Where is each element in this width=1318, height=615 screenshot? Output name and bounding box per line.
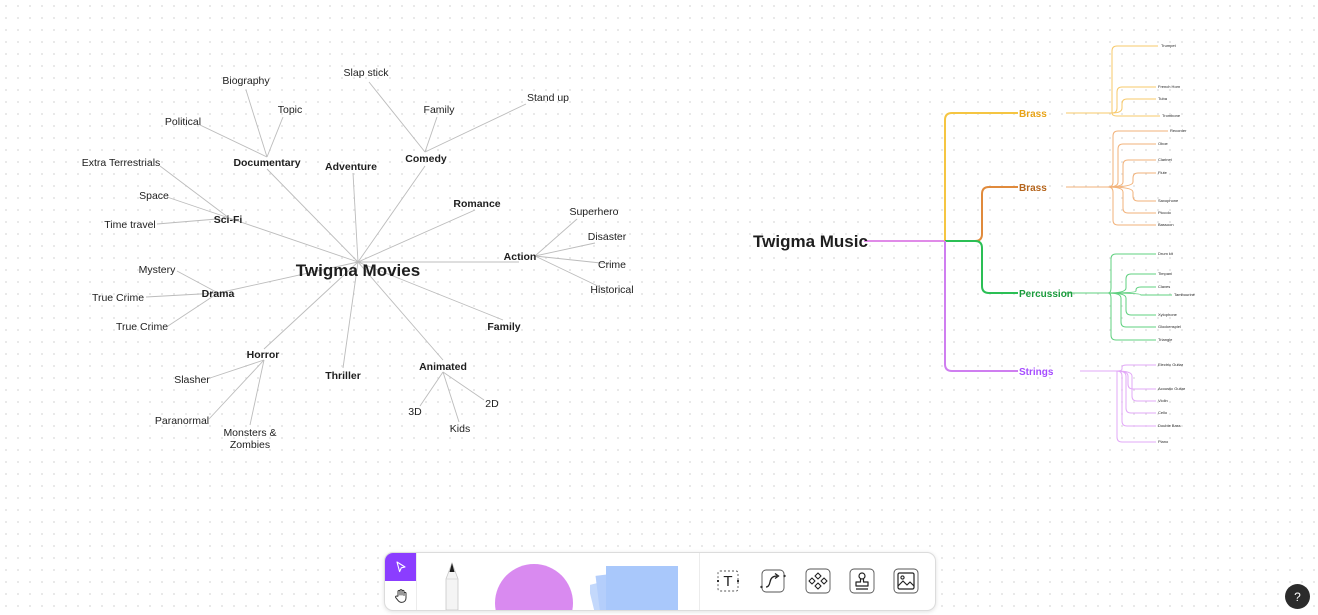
help-button[interactable]: ? — [1285, 584, 1310, 609]
movies-leaf-crime[interactable]: Crime — [598, 259, 626, 271]
component-tool-button[interactable] — [804, 567, 832, 595]
movies-leaf-biography[interactable]: Biography — [222, 75, 270, 87]
music-leaf[interactable]: Clarinet — [1158, 157, 1173, 162]
music-root-label[interactable]: Twigma Music — [753, 232, 868, 251]
movies-root-label[interactable]: Twigma Movies — [296, 261, 420, 280]
music-branch-percussion[interactable]: Percussion — [1019, 289, 1073, 300]
movies-leaf-monsters[interactable]: Monsters & — [223, 427, 276, 439]
movies-leaf-topic[interactable]: Topic — [278, 104, 303, 116]
music-leaf[interactable]: Xylophone — [1158, 312, 1178, 317]
music-leaf[interactable]: Cello — [1158, 410, 1168, 415]
music-leaf[interactable]: Tambourine — [1174, 292, 1196, 297]
music-leaf[interactable]: Timpani — [1158, 271, 1172, 276]
whiteboard-canvas[interactable]: Twigma Movies Documentary Adventure Come… — [0, 0, 1318, 615]
movies-branch-family[interactable]: Family — [487, 321, 520, 333]
movies-branch-scifi[interactable]: Sci-Fi — [214, 214, 243, 226]
stamp-icon — [849, 568, 875, 594]
music-mindmap: Twigma Music Brass Brass Percussion Stri… — [753, 43, 1196, 444]
music-leaf[interactable]: Bassoon — [1158, 222, 1174, 227]
marker-pen-icon — [445, 561, 459, 610]
text-tool-button[interactable]: T — [714, 567, 742, 595]
movies-leaf-2d[interactable]: 2D — [485, 398, 499, 410]
movies-leaf-mystery[interactable]: Mystery — [139, 264, 177, 276]
music-leaf[interactable]: Flute — [1158, 170, 1168, 175]
toolbar-divider — [699, 553, 700, 610]
movies-branch-documentary[interactable]: Documentary — [233, 157, 300, 169]
movies-branch-adventure[interactable]: Adventure — [325, 161, 377, 173]
music-branch-strings[interactable]: Strings — [1019, 367, 1054, 378]
music-leaf[interactable]: Oboe — [1158, 141, 1169, 146]
sticky-note-tool[interactable] — [587, 562, 685, 610]
movies-leaf-historical[interactable]: Historical — [590, 284, 633, 296]
movies-leaf-3d[interactable]: 3D — [408, 406, 422, 418]
music-leaf[interactable]: Piano — [1158, 439, 1169, 444]
circle-shape-icon — [495, 564, 573, 610]
movies-leaf-family-comedy[interactable]: Family — [424, 104, 456, 116]
movies-branch-comedy[interactable]: Comedy — [405, 153, 447, 165]
movies-branch-action[interactable]: Action — [504, 251, 537, 263]
music-leaf[interactable]: Drum kit — [1158, 251, 1174, 256]
movies-branch-romance[interactable]: Romance — [453, 198, 500, 210]
music-leaf[interactable]: Trombone — [1162, 113, 1181, 118]
hand-tool-button[interactable] — [385, 582, 416, 610]
movies-leaf-slap-stick[interactable]: Slap stick — [344, 67, 390, 79]
mode-switcher — [385, 553, 417, 610]
music-leaf[interactable]: Triangle — [1158, 337, 1173, 342]
movies-branch-horror[interactable]: Horror — [247, 349, 280, 361]
select-tool-button[interactable] — [385, 553, 416, 581]
text-tool-label: T — [723, 572, 733, 590]
music-leaf[interactable]: Tuba — [1158, 96, 1168, 101]
marker-pen-tool[interactable] — [435, 557, 469, 610]
music-leaf[interactable]: Piccolo — [1158, 210, 1172, 215]
music-leaf[interactable]: Saxophone — [1158, 198, 1179, 203]
music-leaf[interactable]: Recorder — [1170, 128, 1187, 133]
movies-branch-animated[interactable]: Animated — [419, 361, 467, 373]
movies-leaf-kids[interactable]: Kids — [450, 423, 470, 435]
music-labels: Twigma Music Brass Brass Percussion Stri… — [753, 43, 1196, 444]
music-leaf[interactable]: Electric Guitar — [1158, 362, 1184, 367]
connector-tool-button[interactable] — [759, 567, 787, 595]
movies-leaf-zombies[interactable]: Zombies — [230, 439, 270, 451]
movies-leaf-true-crime-2[interactable]: True Crime — [116, 321, 168, 333]
movies-leaf-time-travel[interactable]: Time travel — [104, 219, 156, 231]
movies-branch-drama[interactable]: Drama — [202, 288, 235, 300]
movies-leaf-superhero[interactable]: Superhero — [569, 206, 618, 218]
movies-leaf-paranormal[interactable]: Paranormal — [155, 415, 209, 427]
cursor-arrow-icon — [395, 561, 406, 573]
music-branch-brass-2[interactable]: Brass — [1019, 183, 1047, 194]
component-icon — [805, 568, 831, 594]
movies-connectors — [145, 81, 611, 426]
music-leaf[interactable]: Glockenspiel — [1158, 324, 1181, 329]
music-leaf[interactable]: Violin — [1158, 398, 1168, 403]
music-branch-brass-1[interactable]: Brass — [1019, 109, 1047, 120]
music-leaf[interactable]: Claves — [1158, 284, 1170, 289]
movies-branch-thriller[interactable]: Thriller — [325, 370, 361, 382]
movies-leaf-stand-up[interactable]: Stand up — [527, 92, 569, 104]
movies-leaf-extra-terrestrials[interactable]: Extra Terrestrials — [82, 157, 161, 169]
shape-tool[interactable] — [494, 563, 574, 610]
music-leaf[interactable]: Double Bass — [1158, 423, 1181, 428]
movies-mindmap: Twigma Movies Documentary Adventure Come… — [82, 67, 634, 451]
movies-leaf-slasher[interactable]: Slasher — [174, 374, 210, 386]
movies-leaf-political[interactable]: Political — [165, 116, 201, 128]
music-leaf[interactable]: Trumpet — [1161, 43, 1177, 48]
sticky-note-icon — [587, 566, 678, 610]
movies-leaf-space[interactable]: Space — [139, 190, 169, 202]
music-connectors — [864, 45, 1172, 443]
movies-leaf-disaster[interactable]: Disaster — [588, 231, 627, 243]
image-icon — [893, 568, 919, 594]
bottom-toolbar: T — [384, 552, 936, 611]
connector-icon — [760, 569, 786, 593]
image-tool-button[interactable] — [892, 567, 920, 595]
movies-leaf-true-crime-1[interactable]: True Crime — [92, 292, 144, 304]
music-leaf[interactable]: Acoustic Guitar — [1158, 386, 1186, 391]
hand-icon — [394, 589, 406, 603]
stamp-tool-button[interactable] — [848, 567, 876, 595]
music-leaf[interactable]: French Horn — [1158, 84, 1180, 89]
